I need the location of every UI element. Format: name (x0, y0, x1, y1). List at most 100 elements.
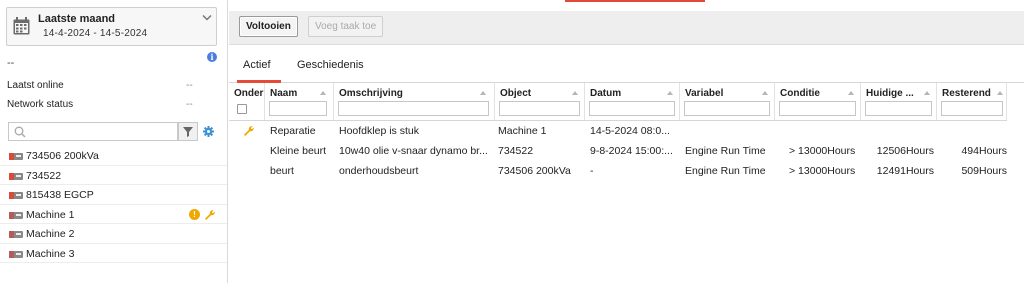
cell-omschrijving: Hoofdklep is stuk (339, 125, 419, 137)
period-selector[interactable]: Laatste maand 14-4-2024 - 14-5-2024 (6, 7, 217, 46)
chevron-down-icon[interactable] (202, 14, 212, 22)
asset-label: Machine 2 (26, 228, 75, 240)
info-icon[interactable]: i (207, 52, 217, 62)
sort-arrow-icon[interactable] (320, 91, 326, 95)
column-header-variabel[interactable]: Variabel (680, 83, 775, 120)
wrench-icon (244, 126, 254, 136)
variabel-filter-input[interactable] (684, 101, 770, 116)
machine-icon (9, 250, 23, 258)
cell-conditie: > 13000Hours (789, 165, 856, 177)
cell-variabel: Engine Run Time (685, 145, 766, 157)
huidige-filter-input[interactable] (865, 101, 932, 116)
cell-omschrijving: onderhoudsbeurt (339, 165, 419, 177)
sort-arrow-icon[interactable] (848, 91, 854, 95)
asset-item[interactable]: Machine 1 ! (0, 205, 227, 224)
column-label: Huidige ... (866, 88, 914, 99)
table-row[interactable]: Reparatie Hoofdklep is stuk Machine 1 14… (229, 121, 1007, 141)
asset-item[interactable]: Machine 3 (0, 244, 227, 263)
omschrijving-filter-input[interactable] (338, 101, 489, 116)
cell-object: Machine 1 (498, 125, 547, 137)
column-label: Datum (590, 88, 622, 99)
warning-badge-icon: ! (189, 208, 200, 220)
period-range: 14-4-2024 - 14-5-2024 (43, 28, 148, 39)
column-header-datum[interactable]: Datum (585, 83, 680, 120)
naam-filter-input[interactable] (269, 101, 327, 116)
last-online-label: Laatst online (7, 80, 64, 91)
settings-button[interactable] (200, 122, 217, 141)
generator-icon (9, 172, 23, 180)
cell-naam: beurt (270, 165, 294, 177)
datum-filter-input[interactable] (589, 101, 675, 116)
filter-button[interactable] (178, 122, 198, 141)
complete-button[interactable]: Voltooien (239, 16, 298, 37)
column-header-naam[interactable]: Naam (265, 83, 334, 120)
add-task-button[interactable]: Voeg taak toe (308, 16, 384, 37)
column-header-resterend[interactable]: Resterend (937, 83, 1007, 120)
wrench-icon (205, 209, 215, 220)
select-all-checkbox[interactable] (237, 104, 247, 114)
generator-icon (9, 153, 23, 160)
cell-conditie: > 13000Hours (789, 145, 856, 157)
column-label: Naam (270, 88, 298, 99)
cell-resterend: 494Hours (961, 145, 1007, 157)
table-scrollbar[interactable] (1007, 83, 1024, 283)
column-header-omschrijving[interactable]: Omschrijving (334, 83, 495, 120)
conditie-filter-input[interactable] (779, 101, 856, 116)
object-filter-input[interactable] (499, 101, 580, 116)
cell-naam: Kleine beurt (270, 145, 327, 157)
machine-icon (9, 231, 23, 238)
cell-omschrijving: 10w40 olie v-snaar dynamo br... (339, 145, 488, 157)
network-status-value: -- (186, 99, 193, 110)
asset-item[interactable]: 734506 200kVa (0, 146, 227, 166)
calendar-icon (13, 17, 30, 35)
column-label: Onder (234, 88, 264, 99)
search-input[interactable] (8, 122, 178, 141)
network-status-label: Network status (7, 99, 74, 110)
cell-huidige: 12506Hours (876, 145, 934, 157)
toolbar: Voltooien Voeg taak toe (229, 11, 1024, 45)
last-online-value: -- (186, 80, 193, 91)
period-title: Laatste maand (38, 13, 116, 25)
asset-label: Machine 1 (26, 208, 75, 221)
column-header-huidige[interactable]: Huidige ... (861, 83, 937, 120)
cell-object: 734506 200kVa (498, 165, 571, 177)
asset-label: 815438 EGCP (26, 189, 94, 201)
cell-datum: 9-8-2024 15:00:... (590, 145, 673, 157)
column-label: Variabel (685, 88, 724, 99)
asset-item[interactable]: 815438 EGCP (0, 185, 227, 205)
sort-arrow-icon[interactable] (667, 91, 673, 95)
generator-icon (9, 192, 23, 199)
column-header-object[interactable]: Object (495, 83, 585, 120)
sort-arrow-icon[interactable] (924, 91, 930, 95)
search-icon (14, 126, 26, 138)
table-row[interactable]: beurt onderhoudsbeurt 734506 200kVa - En… (229, 161, 1007, 181)
asset-label: Machine 3 (26, 247, 75, 260)
gear-icon (203, 126, 214, 137)
tab-bar: Actief Geschiedenis (229, 50, 1024, 83)
cell-object: 734522 (498, 145, 534, 157)
cell-datum: 14-5-2024 08:0... (590, 125, 670, 137)
asset-label: 734522 (26, 169, 62, 182)
cell-naam: Reparatie (270, 125, 316, 137)
column-header-onder[interactable]: Onder (229, 83, 265, 120)
filter-icon (183, 127, 193, 137)
asset-item[interactable]: Machine 2 (0, 224, 227, 244)
cell-variabel: Engine Run Time (685, 165, 766, 177)
asset-item[interactable]: 734522 (0, 166, 227, 185)
cell-datum: - (590, 165, 594, 177)
column-label: Resterend (942, 88, 991, 99)
column-header-conditie[interactable]: Conditie (775, 83, 861, 120)
tab-history[interactable]: Geschiedenis (297, 59, 364, 71)
sort-arrow-icon[interactable] (572, 91, 578, 95)
sort-arrow-icon[interactable] (762, 91, 768, 95)
machine-icon (9, 211, 23, 219)
table-row[interactable]: Kleine beurt 10w40 olie v-snaar dynamo b… (229, 141, 1007, 161)
main-panel: Voltooien Voeg taak toe Actief Geschiede… (229, 0, 1024, 283)
resterend-filter-input[interactable] (941, 101, 1003, 116)
cell-resterend: 509Hours (961, 165, 1007, 177)
asset-list: 734506 200kVa 734522 815438 EGCP Machine… (0, 146, 227, 263)
sort-arrow-icon[interactable] (997, 91, 1003, 95)
sort-arrow-icon[interactable] (480, 91, 486, 95)
tab-active[interactable]: Actief (243, 59, 271, 71)
placeholder-dash: -- (7, 57, 15, 69)
